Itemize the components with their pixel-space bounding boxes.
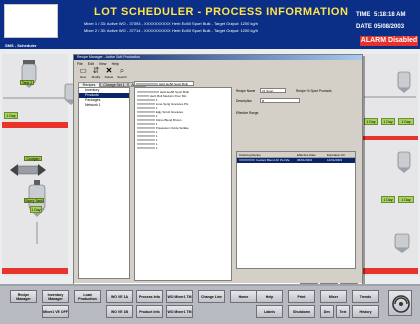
grid-cell: XXXXXXXX Coolant Blend AF Pet Me [239, 158, 290, 162]
menu-help[interactable]: Help [112, 62, 119, 66]
toolbar-button[interactable]: Trends [352, 290, 379, 303]
pipe [364, 96, 416, 98]
toolbar-button[interactable]: Shutdown [288, 305, 315, 318]
tank-icon [397, 71, 411, 93]
recipe-manager-dialog: Recipe Manager - Active Soft Production … [73, 54, 363, 290]
ordering-recipe-grid: Ordering Recipe Effective Date Expiratio… [236, 151, 356, 269]
delete-label: Delete [104, 75, 114, 79]
toolbar-button[interactable]: Inventory Manager [42, 290, 69, 303]
conveyor-icon [10, 164, 46, 176]
red-status-bar [2, 268, 68, 274]
modify-icon: ⇵ [92, 66, 100, 75]
company-logo [4, 4, 58, 38]
new-icon: ▭ [79, 66, 87, 75]
grid-cell: 12/31/2003 [327, 158, 343, 162]
dialog-toolbar: ▭ New ⇵ Modify ✕ Delete ⌕ Search [78, 67, 138, 81]
date-value: 05/08/2003 [374, 24, 405, 30]
modify-button[interactable]: ⇵ Modify [91, 66, 101, 80]
mixer2-status-line: Mixer 2 / 30: Active WO - 37714 - XXXXXX… [84, 28, 259, 33]
toolbar-button[interactable]: Mixer [320, 290, 347, 303]
time-value: 5:18:18 AM [374, 12, 406, 18]
toolbar-button[interactable]: Help [256, 290, 283, 303]
date-label: DATE [356, 24, 372, 30]
tank-2-label: Tank 2 [20, 80, 34, 85]
new-button[interactable]: ▭ New [78, 66, 88, 80]
swirl-logo-icon [392, 295, 410, 313]
effective-range-label: Effective Range [236, 111, 259, 115]
toolbar-button[interactable]: Labels [256, 305, 283, 318]
toolbar-button[interactable]: Text [336, 305, 350, 318]
toolbar-button[interactable]: Home [230, 290, 257, 303]
toolbar-button[interactable]: WO VE 1B [106, 305, 133, 318]
modify-label: Modify [91, 75, 101, 79]
description-field[interactable]: B [260, 98, 300, 103]
slurry-tank-label: Slurry Tank [24, 198, 44, 203]
right-vessel[interactable] [396, 70, 412, 94]
right-chip[interactable]: 1 Day [364, 118, 378, 125]
toolbar-button[interactable]: Product Info [136, 305, 163, 318]
tree-node[interactable]: XXXXXXXXX 1 [137, 146, 229, 150]
left-chip[interactable]: 1 Day [30, 206, 42, 213]
recipe-tree: XXXXXXXXXXX Herb Eo50 Sport Bulk XXXXXX … [134, 87, 232, 281]
recipe-right-label: Recipe % Sport Products [296, 89, 332, 93]
mixer1-status-line: Mixer 1 / 33: Active WO - 37393 - XXXXXX… [84, 21, 259, 26]
list-item[interactable]: Network 1 [79, 103, 129, 108]
page-title: LOT SCHEDULER - PROCESS INFORMATION [94, 6, 349, 18]
toolbar-button[interactable]: Process Info [136, 290, 163, 303]
left-chip[interactable]: 1 Day [4, 112, 18, 119]
recipe-name-field[interactable]: 21 Sport [260, 88, 286, 93]
description-label: Description [236, 99, 252, 103]
recipe-header-field[interactable]: XXXXXXXXXXX Herb Eo50 Sport Bulk [134, 81, 194, 86]
search-label: Search [117, 75, 127, 79]
sub-bar [0, 42, 420, 49]
delete-icon: ✕ [105, 66, 113, 75]
company-logo-button[interactable] [388, 290, 412, 316]
right-chip[interactable]: 1 Day [381, 196, 395, 203]
toolbar-button[interactable]: Dev [320, 305, 334, 318]
toolbar-button[interactable]: Change Line [198, 290, 225, 303]
toolbar-button[interactable]: Mixer1 VE OFF [42, 305, 69, 318]
tank-icon [394, 233, 410, 253]
right-chip[interactable]: 1 Day [398, 196, 414, 203]
table-row[interactable]: XXXXXXXX Coolant Blend AF Pet Me 06/01/2… [237, 158, 355, 163]
right-chip[interactable]: 1 Day [381, 118, 395, 125]
coolgen-unit[interactable] [8, 160, 48, 182]
search-button[interactable]: ⌕ Search [117, 66, 127, 80]
dialog-title: Recipe Manager - Active Soft Production [74, 55, 362, 60]
system-name: SMS - Scheduler [5, 43, 37, 48]
pipe [36, 222, 38, 244]
red-status-bar [362, 136, 418, 140]
right-vessel[interactable] [392, 232, 412, 254]
toolbar-button[interactable]: WO Mixer1 TM [166, 305, 193, 318]
red-status-bar [2, 122, 68, 128]
grid-cell: 06/01/2003 [297, 158, 313, 162]
recipe-category-list: Inventory Products Packages Network 1 [78, 87, 130, 279]
toolbar-button[interactable]: Print [288, 290, 315, 303]
red-status-bar [362, 268, 418, 274]
toolbar-button[interactable]: History [352, 305, 379, 318]
toolbar-button[interactable]: Recipe Manager [10, 290, 37, 303]
recipe-name-label: Recipe Name [236, 89, 256, 93]
pipe [3, 97, 65, 99]
toolbar-button[interactable]: WO VE 1A [106, 290, 133, 303]
right-chip[interactable]: 1 Day [398, 118, 414, 125]
new-label: New [79, 75, 86, 79]
toolbar-button[interactable]: Load Production [74, 290, 101, 303]
toolbar-button[interactable]: WO Mixer1 TM [166, 290, 193, 303]
time-label: TIME [356, 12, 371, 18]
coolgen-label: Coolgen [24, 156, 42, 161]
alarm-status-badge[interactable]: ALARM Disabled [360, 36, 418, 46]
search-icon: ⌕ [119, 66, 125, 75]
tank-icon [397, 151, 411, 173]
delete-button[interactable]: ✕ Delete [104, 66, 114, 80]
right-vessel[interactable] [396, 150, 412, 174]
